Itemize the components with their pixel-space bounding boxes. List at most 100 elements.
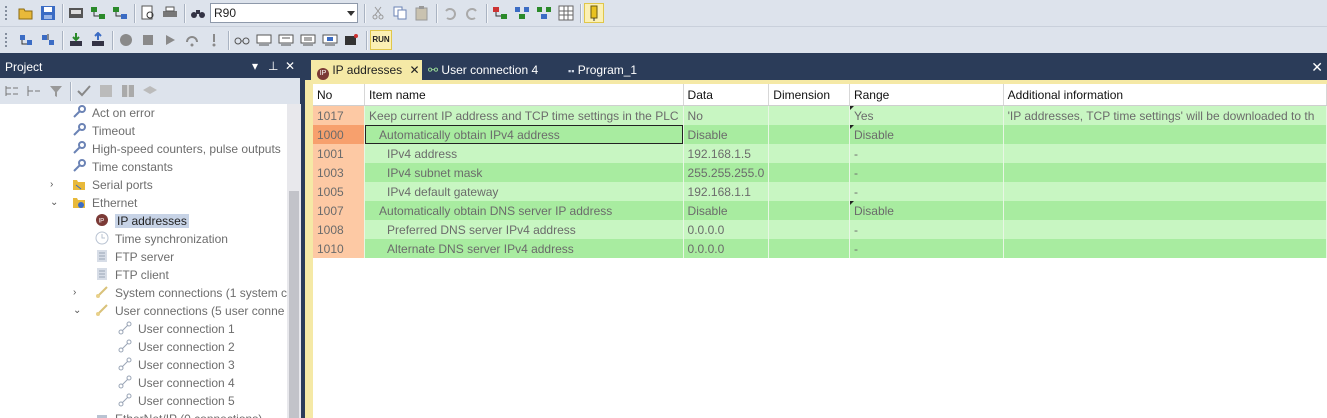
- monitor-1-icon[interactable]: [256, 32, 272, 48]
- cell-dim[interactable]: [768, 105, 850, 125]
- download-icon[interactable]: [68, 32, 84, 48]
- tab-program-1[interactable]: ▪▪ Program_1: [562, 60, 660, 80]
- run-icon[interactable]: [162, 32, 178, 48]
- tree-item[interactable]: Time constants: [72, 158, 173, 176]
- cell-data[interactable]: 192.168.1.5: [683, 144, 770, 163]
- chevron-right-icon[interactable]: ›: [73, 284, 83, 302]
- close-icon[interactable]: ✕: [285, 59, 295, 73]
- cell-data[interactable]: 0.0.0.0: [683, 220, 770, 239]
- cell-data[interactable]: Disable: [683, 201, 770, 220]
- cell-data[interactable]: No: [683, 105, 770, 125]
- cell-item[interactable]: IPv4 default gateway: [364, 182, 684, 201]
- cell-dim[interactable]: [768, 144, 850, 163]
- step-over-icon[interactable]: [184, 32, 200, 48]
- column-header[interactable]: Dimension: [768, 84, 850, 106]
- cell-info[interactable]: [1003, 163, 1327, 182]
- build-icon[interactable]: [514, 5, 530, 21]
- cell-info[interactable]: [1003, 201, 1327, 220]
- cell-range[interactable]: -: [849, 144, 1004, 163]
- cell-dim[interactable]: [768, 220, 850, 239]
- tree-item[interactable]: User connection 3: [118, 356, 235, 374]
- column-header[interactable]: Range: [849, 84, 1004, 106]
- monitor-2-icon[interactable]: [278, 32, 294, 48]
- cell-dim[interactable]: [768, 125, 850, 144]
- online-monitor-icon[interactable]: [584, 3, 604, 23]
- chevron-down-icon[interactable]: ⌄: [73, 302, 83, 320]
- tree-expand-icon[interactable]: [4, 83, 20, 99]
- cell-item[interactable]: IPv4 subnet mask: [364, 163, 684, 182]
- undo-icon[interactable]: [442, 5, 458, 21]
- breakpoint-icon[interactable]: [118, 32, 134, 48]
- tree-item[interactable]: User connection 4: [118, 374, 235, 392]
- cell-no[interactable]: 1008: [313, 220, 366, 239]
- print-icon[interactable]: [162, 5, 178, 21]
- cell-no[interactable]: 1003: [313, 163, 366, 182]
- cell-range[interactable]: -: [849, 182, 1004, 201]
- tree-item[interactable]: EtherNet/IP (0 connections): [95, 410, 262, 418]
- cell-range[interactable]: Yes: [849, 105, 1004, 125]
- cell-item[interactable]: Automatically obtain IPv4 address: [364, 125, 684, 144]
- column-header[interactable]: No: [313, 84, 366, 106]
- step-into-icon[interactable]: [206, 32, 222, 48]
- project-tree-scrollbar[interactable]: [287, 104, 301, 418]
- tree-item[interactable]: IP IP addresses: [95, 212, 189, 230]
- cell-info[interactable]: [1003, 182, 1327, 201]
- redo-icon[interactable]: [464, 5, 480, 21]
- table-row[interactable]: 1001 IPv4 address 192.168.1.5 -: [313, 144, 1327, 163]
- scrollbar-thumb[interactable]: [289, 191, 299, 418]
- tree-collapse-icon[interactable]: [26, 83, 42, 99]
- cell-info[interactable]: [1003, 125, 1327, 144]
- plc-icon[interactable]: [68, 5, 84, 21]
- toolbar-grip[interactable]: [4, 5, 8, 22]
- tree-item[interactable]: User connection 2: [118, 338, 235, 356]
- tree-item[interactable]: ⌄ Ethernet: [50, 194, 137, 212]
- table-row[interactable]: 1007 Automatically obtain DNS server IP a…: [313, 201, 1327, 220]
- cell-range[interactable]: Disable: [849, 125, 1004, 144]
- table-row[interactable]: 1008 Preferred DNS server IPv4 address 0.0…: [313, 220, 1327, 239]
- table-row[interactable]: 1003 IPv4 subnet mask 255.255.255.0 -: [313, 163, 1327, 182]
- cell-data[interactable]: 255.255.255.0: [683, 163, 770, 182]
- cell-item[interactable]: IPv4 address: [364, 144, 684, 163]
- cell-data[interactable]: Disable: [683, 125, 770, 144]
- monitor-3-icon[interactable]: [300, 32, 316, 48]
- tree-item[interactable]: › System connections (1 system c: [73, 284, 287, 302]
- tree-filter-icon[interactable]: [48, 83, 64, 99]
- tree-item[interactable]: User connection 5: [118, 392, 235, 410]
- tab-close-icon[interactable]: ✕: [410, 63, 420, 77]
- cell-item[interactable]: Automatically obtain DNS server IP addre…: [364, 201, 684, 220]
- save-icon[interactable]: [40, 5, 56, 21]
- cell-no[interactable]: 1001: [313, 144, 366, 163]
- transfer-icon[interactable]: [112, 5, 128, 21]
- copy-icon[interactable]: [392, 5, 408, 21]
- book-icon[interactable]: [98, 83, 114, 99]
- tree-item[interactable]: Act on error: [72, 104, 155, 122]
- tree-item[interactable]: ⌄ User connections (5 user conne: [73, 302, 284, 320]
- online-download-icon[interactable]: [40, 32, 56, 48]
- cell-dim[interactable]: [768, 182, 850, 201]
- glasses-icon[interactable]: [234, 32, 250, 48]
- cell-range[interactable]: -: [849, 163, 1004, 182]
- table-row[interactable]: 1010 Alternate DNS server IPv4 address 0.0…: [313, 239, 1327, 258]
- chevron-down-icon[interactable]: [347, 11, 355, 16]
- cell-range[interactable]: -: [849, 239, 1004, 258]
- cell-no[interactable]: 1007: [313, 201, 366, 220]
- grid-icon[interactable]: [558, 5, 574, 21]
- book-2-icon[interactable]: [120, 83, 136, 99]
- tree-item[interactable]: FTP server: [95, 248, 174, 266]
- cell-item[interactable]: Alternate DNS server IPv4 address: [364, 239, 684, 258]
- camera-icon[interactable]: [344, 32, 360, 48]
- print-preview-icon[interactable]: [140, 5, 156, 21]
- table-row[interactable]: 1005 IPv4 default gateway 192.168.1.1 -: [313, 182, 1327, 201]
- network-green-icon[interactable]: [90, 5, 106, 21]
- chevron-down-icon[interactable]: ⌄: [50, 194, 60, 212]
- panel-menu-icon[interactable]: ▾: [252, 59, 258, 73]
- online-edit-icon[interactable]: [18, 32, 34, 48]
- tree-item[interactable]: User connection 1: [118, 320, 235, 338]
- tree-item[interactable]: High-speed counters, pulse outputs: [72, 140, 281, 158]
- cell-data[interactable]: 192.168.1.1: [683, 182, 770, 201]
- cell-item[interactable]: Keep current IP address and TCP time set…: [364, 105, 684, 125]
- chevron-right-icon[interactable]: ›: [50, 176, 60, 194]
- tab-ip-addresses[interactable]: IP IP addresses ✕: [311, 60, 422, 80]
- table-row[interactable]: 1000 Automatically obtain IPv4 address Dis…: [313, 125, 1327, 144]
- cell-dim[interactable]: [768, 163, 850, 182]
